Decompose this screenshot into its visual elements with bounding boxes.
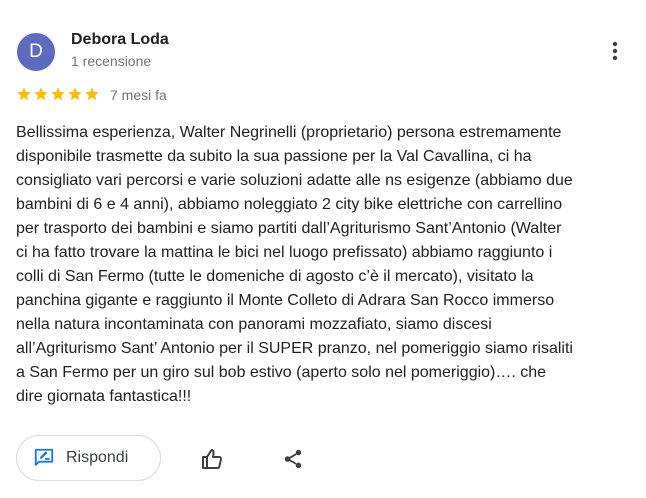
review-text: Bellissima esperienza, Walter Negrinelli…: [16, 124, 573, 405]
edit-reply-icon: [34, 448, 54, 466]
star-rating: [16, 86, 100, 102]
star-icon: [34, 87, 48, 101]
review-card: D Debora Loda 1 recensione 7 mesi fa Bel…: [0, 0, 646, 498]
more-options-button[interactable]: [600, 36, 630, 66]
star-icon: [68, 87, 82, 101]
reply-label: Rispondi: [66, 449, 129, 466]
share-button[interactable]: [278, 444, 308, 474]
avatar[interactable]: D: [17, 33, 55, 71]
more-vert-icon: [612, 41, 618, 61]
author-name[interactable]: Debora Loda: [71, 31, 169, 49]
like-button[interactable]: [197, 444, 227, 474]
star-icon: [85, 87, 99, 101]
review-date: 7 mesi fa: [110, 87, 167, 103]
reply-button[interactable]: Rispondi: [16, 435, 161, 481]
share-icon: [284, 449, 302, 469]
star-icon: [17, 87, 31, 101]
star-icon: [51, 87, 65, 101]
thumbs-up-icon: [202, 449, 223, 469]
author-review-count: 1 recensione: [71, 53, 152, 69]
avatar-initial: D: [29, 41, 43, 62]
